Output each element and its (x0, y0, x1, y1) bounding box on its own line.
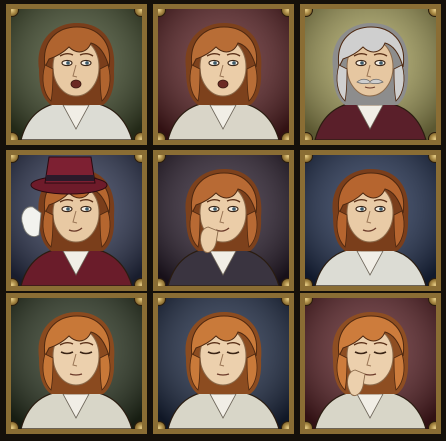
frame-corner-ornament (11, 132, 19, 140)
character-portrait (11, 9, 142, 140)
frame-corner-ornament (305, 278, 313, 286)
character-portrait (158, 9, 289, 140)
character-portrait (11, 155, 142, 286)
frame-corner-ornament (428, 132, 436, 140)
frame-corner-ornament (428, 278, 436, 286)
frame-corner-ornament (428, 155, 436, 163)
portrait-frame[interactable] (6, 293, 147, 434)
frame-corner-ornament (428, 298, 436, 306)
portrait-frame[interactable] (6, 150, 147, 291)
frame-corner-ornament (134, 298, 142, 306)
frame-corner-ornament (281, 155, 289, 163)
frame-corner-ornament (134, 278, 142, 286)
frame-corner-ornament (305, 132, 313, 140)
frame-corner-ornament (158, 132, 166, 140)
frame-corner-ornament (134, 155, 142, 163)
character-portrait (158, 155, 289, 286)
frame-corner-ornament (134, 132, 142, 140)
frame-corner-ornament (134, 421, 142, 429)
frame-corner-ornament (281, 278, 289, 286)
frame-corner-ornament (11, 278, 19, 286)
portrait-frame[interactable] (300, 293, 441, 434)
frame-corner-ornament (428, 9, 436, 17)
portrait-frame[interactable] (153, 293, 294, 434)
frame-corner-ornament (281, 9, 289, 17)
portrait-frame[interactable] (6, 4, 147, 145)
character-portrait (305, 155, 436, 286)
character-portrait (158, 298, 289, 429)
portrait-frame[interactable] (153, 150, 294, 291)
frame-corner-ornament (134, 9, 142, 17)
frame-corner-ornament (428, 421, 436, 429)
character-portrait (11, 298, 142, 429)
portrait-sheet (0, 0, 446, 441)
frame-corner-ornament (158, 421, 166, 429)
character-portrait (305, 298, 436, 429)
portrait-frame[interactable] (300, 150, 441, 291)
frame-corner-ornament (281, 298, 289, 306)
portrait-frame[interactable] (300, 4, 441, 145)
frame-corner-ornament (281, 132, 289, 140)
frame-corner-ornament (158, 278, 166, 286)
frame-corner-ornament (11, 421, 19, 429)
portrait-frame[interactable] (153, 4, 294, 145)
frame-corner-ornament (305, 421, 313, 429)
character-portrait (305, 9, 436, 140)
frame-corner-ornament (281, 421, 289, 429)
